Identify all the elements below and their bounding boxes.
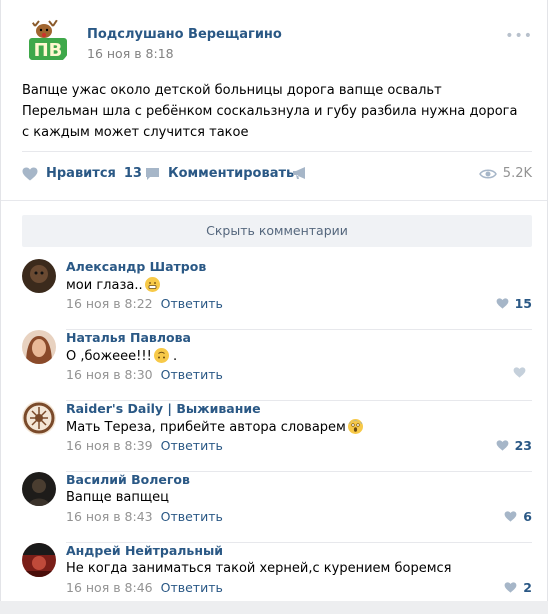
- comment-meta: 16 ноя в 8:46 Ответить: [66, 580, 223, 595]
- divider: [1, 200, 547, 201]
- scream-emoji-icon: [347, 419, 363, 434]
- group-name-link[interactable]: Подслушано Верещагино: [87, 27, 282, 42]
- comment-author[interactable]: Наталья Павлова: [66, 330, 191, 345]
- comment-time[interactable]: 16 ноя в 8:46: [66, 580, 153, 595]
- heart-icon: [504, 511, 517, 522]
- comment-meta: 16 ноя в 8:22 Ответить: [66, 296, 223, 311]
- comment-avatar[interactable]: [22, 543, 56, 577]
- views-count: 5.2K: [502, 166, 532, 181]
- group-logo-icon: ПВ: [23, 18, 71, 66]
- comment-author[interactable]: Александр Шатров: [66, 259, 206, 274]
- comment-meta: 16 ноя в 8:30 Ответить: [66, 367, 223, 382]
- eye-icon: [478, 169, 497, 178]
- comment-meta: 16 ноя в 8:43 Ответить: [66, 509, 223, 524]
- like-button[interactable]: Нравится 13: [22, 166, 142, 181]
- comment-like-button[interactable]: 6: [504, 509, 532, 524]
- comment-like-count: 15: [514, 296, 532, 311]
- svg-text:ПВ: ПВ: [34, 40, 63, 61]
- avatar: [22, 330, 56, 364]
- heart-icon: [496, 298, 508, 309]
- post-header: ПВ Подслушано Верещагино 16 ноя в 8:18 •…: [23, 18, 533, 68]
- comment-avatar[interactable]: [22, 401, 56, 435]
- comment-time[interactable]: 16 ноя в 8:30: [66, 367, 153, 382]
- post-time[interactable]: 16 ноя в 8:18: [87, 46, 174, 61]
- group-avatar[interactable]: ПВ: [23, 18, 71, 66]
- comment-like-count: 2: [523, 580, 532, 595]
- reply-button[interactable]: Ответить: [161, 438, 223, 453]
- comment-text: мои глаза..: [66, 277, 160, 293]
- comment-text: О ,божеее!!! .: [66, 348, 178, 364]
- like-label: Нравится: [46, 166, 116, 181]
- comment-time[interactable]: 16 ноя в 8:43: [66, 509, 153, 524]
- divider: [22, 151, 532, 152]
- heart-icon: [496, 440, 508, 451]
- comment-meta: 16 ноя в 8:39 Ответить: [66, 438, 223, 453]
- upside-down-face-emoji-icon: [153, 348, 169, 363]
- avatar: [22, 259, 56, 293]
- comment-label: Комментировать: [168, 166, 295, 181]
- post-card: ПВ Подслушано Верещагино 16 ноя в 8:18 •…: [0, 0, 548, 601]
- comment-text: Вапще вапщец: [66, 490, 169, 505]
- share-button[interactable]: [292, 166, 316, 180]
- like-count: 13: [123, 166, 142, 181]
- comment-like-count: 23: [514, 438, 532, 453]
- post-text: Вапще ужас около детской больницы дорога…: [22, 83, 518, 140]
- comment-text: Мать Тереза, прибейте автора словарем: [66, 419, 363, 435]
- comment-time[interactable]: 16 ноя в 8:39: [66, 438, 153, 453]
- more-options-icon[interactable]: •••: [505, 28, 533, 44]
- reply-button[interactable]: Ответить: [161, 296, 223, 311]
- heart-icon: [22, 167, 38, 180]
- post-actions: Нравится 13 Комментировать 5.2K: [22, 166, 532, 188]
- heart-icon: [504, 582, 517, 593]
- comment-avatar[interactable]: [22, 330, 56, 364]
- comment-author[interactable]: Raider's Daily | Выживание: [66, 401, 261, 416]
- comment-author[interactable]: Андрей Нейтральный: [66, 543, 223, 558]
- comment-like-count: 6: [523, 509, 532, 524]
- comment-like-button[interactable]: [513, 367, 532, 378]
- comment-author[interactable]: Василий Волегов: [66, 472, 190, 487]
- comment-button[interactable]: Комментировать: [145, 166, 294, 181]
- comment-item: Raider's Daily | Выживание Мать Тереза, …: [22, 401, 532, 472]
- comment-avatar[interactable]: [22, 259, 56, 293]
- comment-text: Не когда заниматься такой херней,с курен…: [66, 561, 452, 576]
- comment-time[interactable]: 16 ноя в 8:22: [66, 296, 153, 311]
- avatar: [22, 401, 56, 435]
- reply-button[interactable]: Ответить: [161, 367, 223, 382]
- avatar: [22, 472, 56, 506]
- comment-item: Андрей Нейтральный Не когда заниматься т…: [22, 543, 532, 614]
- views-counter: 5.2K: [478, 166, 532, 181]
- heart-icon: [513, 367, 526, 378]
- comment-item: Александр Шатров мои глаза.. 16 ноя в 8:…: [22, 259, 532, 330]
- comment-icon: [146, 167, 159, 180]
- comment-item: Наталья Павлова О ,божеее!!! . 16 ноя в …: [22, 330, 532, 401]
- avatar: [22, 543, 56, 577]
- reply-button[interactable]: Ответить: [161, 509, 223, 524]
- comment-like-button[interactable]: 2: [504, 580, 532, 595]
- hide-comments-button[interactable]: Скрыть комментарии: [22, 215, 532, 247]
- reply-button[interactable]: Ответить: [161, 580, 223, 595]
- grin-emoji-icon: [144, 277, 160, 292]
- comment-item: Василий Волегов Вапще вапщец 16 ноя в 8:…: [22, 472, 532, 543]
- comment-like-button[interactable]: 15: [496, 296, 532, 311]
- comment-like-button[interactable]: 23: [496, 438, 532, 453]
- megaphone-icon: [293, 167, 305, 179]
- comment-avatar[interactable]: [22, 472, 56, 506]
